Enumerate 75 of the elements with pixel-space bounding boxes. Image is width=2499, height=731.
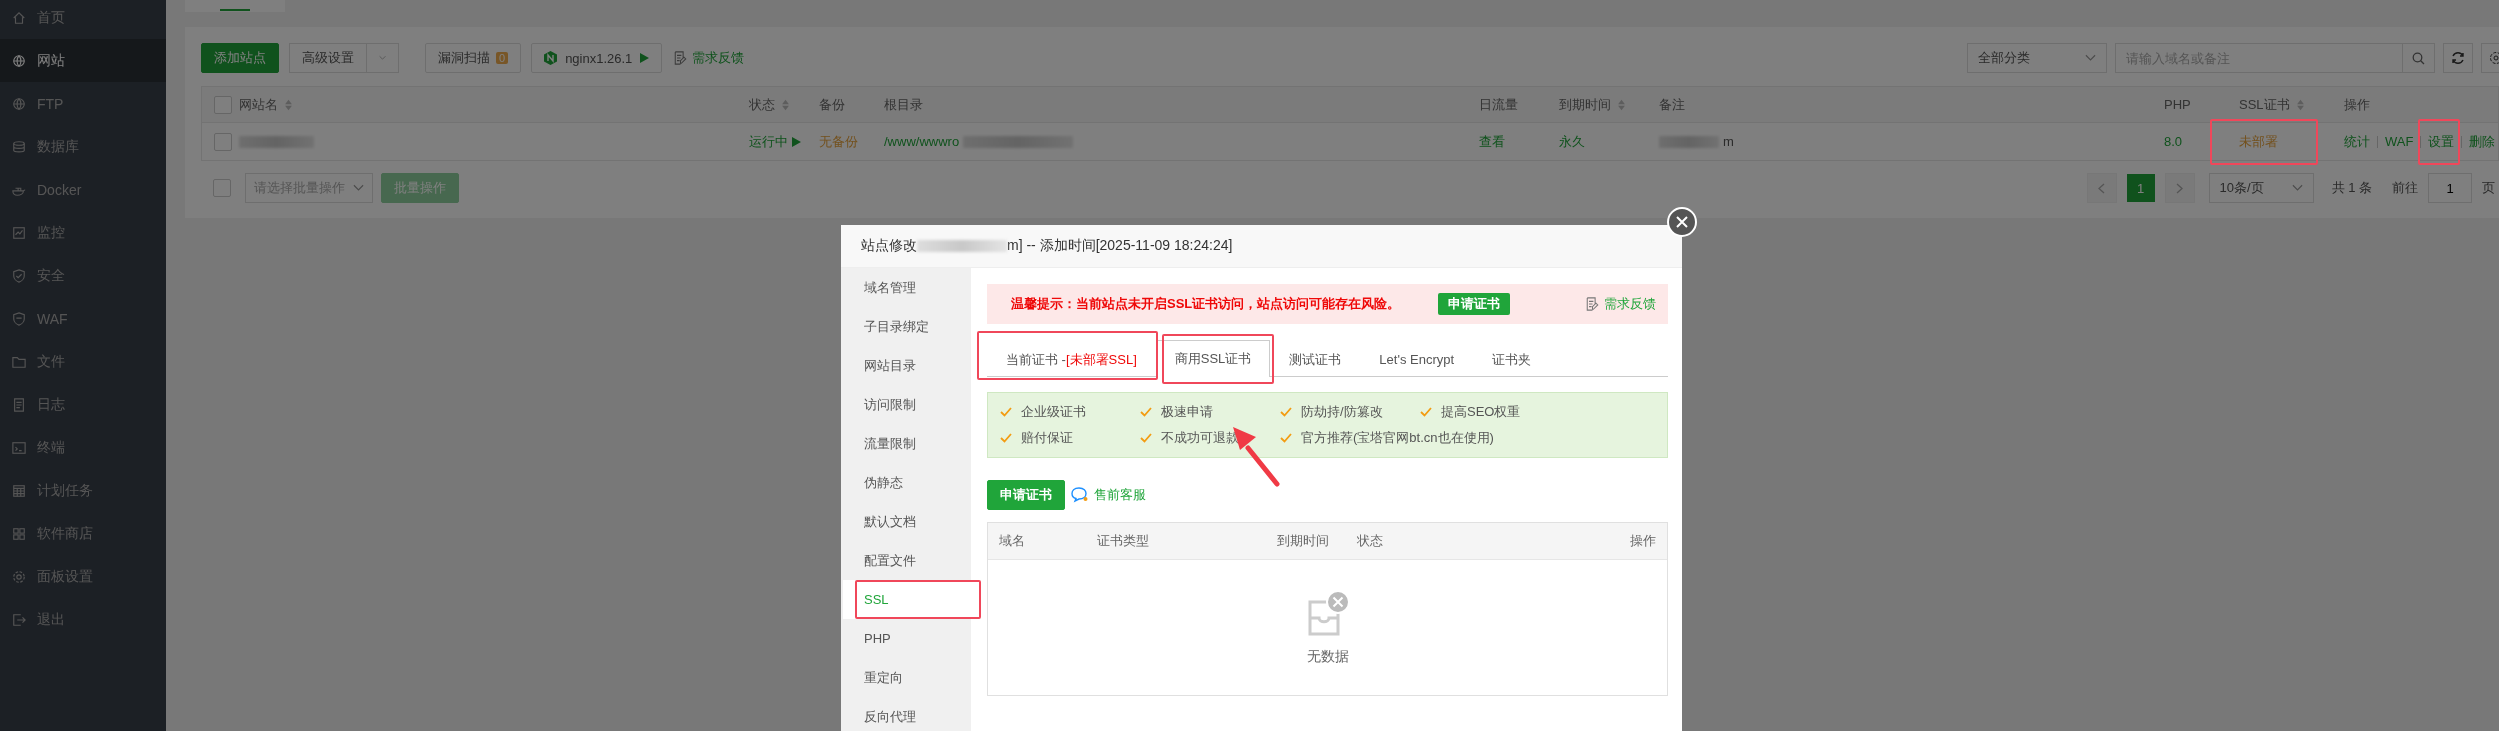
goto-label: 前往 [2392,179,2418,197]
tab[interactable]: 商用SSL证书 [1155,340,1271,377]
category-select[interactable]: 全部分类 [1967,43,2107,73]
feature-text: 官方推荐(宝塔官网bt.cn也在使用) [1301,429,1494,447]
dialog-nav-item[interactable]: 默认文档 [843,502,971,541]
tab[interactable]: Let's Encrypt [1360,341,1474,377]
column-header: 状态 [1357,532,1384,550]
dialog-nav-item[interactable]: 伪静态 [843,463,971,502]
column-header: 到期时间 [1559,95,1611,114]
dialog-nav-item[interactable]: PHP [843,619,971,658]
status-link[interactable]: 运行中 [749,132,819,151]
action-link[interactable]: 删除 [2469,132,2496,151]
tab[interactable]: 测试证书 [1270,341,1361,377]
dialog-nav-item[interactable]: 反向代理 [843,697,971,731]
action-link[interactable]: 设置 [2428,132,2455,151]
sidebar-item[interactable]: 网站 [0,39,166,82]
feedback-link[interactable]: 需求反馈 [674,49,745,67]
nginx-button[interactable]: nginx1.26.1 [531,43,663,73]
empty-text: 无数据 [1306,647,1349,666]
warning-text: 温馨提示：当前站点未开启SSL证书访问，站点访问可能存在风险。 [1011,295,1401,313]
action-link[interactable]: 统计 [2344,132,2370,151]
column-header: 操作 [1630,532,1656,550]
dialog-title: 站点修改 [861,237,917,255]
tab[interactable]: 证书夹 [1473,341,1551,377]
page-button[interactable]: 1 [2126,174,2155,202]
column-header: 操作 [2344,95,2370,114]
column-header: 日流量 [1479,95,1518,114]
column-header: 网站名 [239,95,278,114]
feedback-link[interactable]: 需求反馈 [1586,295,1656,313]
php-version-link[interactable]: 8.0 [2164,134,2239,149]
dialog-nav-item[interactable]: 重定向 [843,658,971,697]
column-header: 状态 [749,95,775,114]
scan-button[interactable]: 漏洞扫描 0 [425,43,522,73]
count-badge: 0 [496,52,509,64]
support-link[interactable]: 售前客服 [1071,486,1146,504]
traffic-link[interactable]: 查看 [1479,132,1559,151]
sidebar-item[interactable]: 文件 [0,340,166,383]
column-header: SSL证书 [2239,95,2290,114]
dialog-nav-item[interactable]: 子目录绑定 [843,307,971,346]
expiry-link[interactable]: 永久 [1559,132,1659,151]
page-label: 页 [2482,179,2495,197]
apply-certificate-button[interactable]: 申请证书 [987,480,1065,510]
sidebar-item[interactable]: WAF [0,297,166,340]
page-size-select[interactable]: 10条/页 [2208,173,2314,203]
root-path-link[interactable]: /www/wwwro [884,134,960,149]
dialog-nav-item[interactable]: 访问限制 [843,385,971,424]
apply-certificate-button[interactable]: 申请证书 [1438,293,1511,315]
feature-text: 提高SEO权重 [1441,403,1521,421]
dialog-nav-item[interactable]: 配置文件 [843,541,971,580]
ssl-status-link[interactable]: 未部署 [2239,132,2278,151]
page-input[interactable]: 1 [2428,173,2472,203]
feature-text: 防劫持/防篡改 [1301,403,1383,421]
dialog-nav-item[interactable]: 域名管理 [843,268,971,307]
sidebar-item[interactable]: 监控 [0,211,166,254]
column-header: 备注 [1659,95,1685,114]
feature-text: 极速申请 [1161,403,1213,421]
column-header: 域名 [999,532,1026,550]
note-text: m [1723,134,1734,149]
backup-link[interactable]: 无备份 [819,132,884,151]
feature-text: 赔付保证 [1021,429,1073,447]
column-header: 到期时间 [1277,532,1330,550]
action-link[interactable]: WAF [2385,134,2414,149]
column-header: PHP [2164,97,2191,112]
sidebar-item[interactable]: FTP [0,82,166,125]
column-header: 备份 [819,95,845,114]
sidebar-item[interactable]: Docker [0,168,166,211]
add-site-button[interactable]: 添加站点 [201,43,279,73]
dialog-nav-item[interactable]: 流量限制 [843,424,971,463]
column-header: 证书类型 [1097,532,1150,550]
dialog-title: m] -- 添加时间[2025-11-09 18:24:24] [1007,237,1233,255]
column-header: 根目录 [884,95,923,114]
total-count: 共 1 条 [2331,179,2372,197]
dialog-nav-item[interactable]: 网站目录 [843,346,971,385]
feature-text: 企业级证书 [1021,403,1086,421]
advanced-settings-button[interactable]: 高级设置 [289,43,367,73]
